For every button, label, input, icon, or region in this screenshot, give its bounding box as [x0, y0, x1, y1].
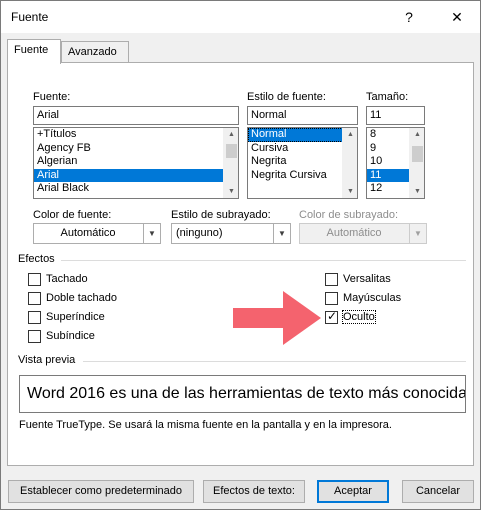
checkbox-label[interactable]: Mayúsculas — [343, 292, 401, 304]
red-arrow-icon — [233, 291, 321, 345]
tab-bar: Fuente Avanzado — [7, 39, 474, 64]
preview-text: Word 2016 es una de las herramientas de … — [27, 385, 466, 402]
checkbox-box[interactable] — [28, 330, 41, 343]
underline-color-select: Automático ▼ — [299, 223, 427, 244]
scroll-thumb[interactable] — [226, 144, 237, 158]
checkbox-box[interactable] — [28, 273, 41, 286]
font-color-select[interactable]: Automático ▼ — [33, 223, 161, 244]
list-item[interactable]: Negrita Cursiva — [248, 169, 357, 183]
oculto-checkbox[interactable]: ✓ Oculto — [325, 309, 445, 326]
checkmark-icon: ✓ — [327, 309, 338, 323]
style-list-scrollbar[interactable]: ▲ ▼ — [342, 128, 357, 198]
close-button[interactable]: ✕ — [447, 7, 467, 27]
underline-style-select[interactable]: (ninguno) ▼ — [171, 223, 291, 244]
scroll-up-icon[interactable]: ▲ — [410, 128, 424, 141]
underline-style-value: (ninguno) — [176, 227, 223, 239]
size-list[interactable]: 8 9 10 11 12 ▲ ▼ — [366, 127, 425, 199]
checkbox-box[interactable]: ✓ — [325, 309, 338, 324]
list-item[interactable]: Arial Black — [34, 182, 238, 196]
font-color-value: Automático — [60, 227, 116, 239]
set-default-button[interactable]: Establecer como predeterminado — [8, 480, 194, 503]
style-list[interactable]: Normal Cursiva Negrita Negrita Cursiva ▲… — [247, 127, 358, 199]
versalitas-checkbox[interactable]: Versalitas — [325, 272, 445, 288]
checkbox-box[interactable] — [325, 273, 338, 286]
list-item[interactable]: Cursiva — [248, 142, 357, 156]
scroll-up-icon[interactable]: ▲ — [343, 128, 357, 141]
checkbox-label[interactable]: Versalitas — [343, 273, 391, 285]
scroll-thumb[interactable] — [412, 146, 423, 162]
checkbox-label[interactable]: Oculto — [342, 310, 376, 324]
effects-heading: Efectos — [18, 253, 55, 265]
underline-style-label: Estilo de subrayado: — [171, 209, 271, 221]
style-input[interactable]: Normal — [247, 106, 358, 125]
font-input[interactable]: Arial — [33, 106, 239, 125]
list-item-selected[interactable]: Arial — [34, 168, 238, 183]
size-label: Tamaño: — [366, 91, 409, 103]
style-label: Estilo de fuente: — [247, 91, 326, 103]
title-bar: Fuente ? ✕ — [1, 1, 480, 33]
list-item[interactable]: Algerian — [34, 155, 238, 169]
scroll-up-icon[interactable]: ▲ — [224, 128, 238, 141]
chevron-down-icon[interactable]: ▼ — [273, 224, 290, 243]
font-list[interactable]: +Títulos Agency FB Algerian Arial Arial … — [33, 127, 239, 199]
font-dialog: Fuente ? ✕ Fuente Avanzado Fuente: Arial… — [0, 0, 481, 510]
size-list-scrollbar[interactable]: ▲ ▼ — [409, 128, 424, 198]
checkbox-box[interactable] — [325, 292, 338, 305]
preview-heading: Vista previa — [18, 354, 76, 366]
preview-box: Word 2016 es una de las herramientas de … — [19, 375, 466, 413]
scroll-down-icon[interactable]: ▼ — [224, 185, 238, 198]
divider — [83, 361, 466, 362]
checkbox-box[interactable] — [28, 292, 41, 305]
font-list-scrollbar[interactable]: ▲ ▼ — [223, 128, 238, 198]
tachado-checkbox[interactable]: Tachado — [28, 272, 148, 288]
preview-note: Fuente TrueType. Se usará la misma fuent… — [19, 419, 392, 431]
superindice-checkbox[interactable]: Superíndice — [28, 310, 148, 326]
checkbox-label[interactable]: Doble tachado — [46, 292, 117, 304]
mayusculas-checkbox[interactable]: Mayúsculas — [325, 291, 445, 307]
list-item[interactable]: Agency FB — [34, 142, 238, 156]
checkbox-label[interactable]: Superíndice — [46, 311, 105, 323]
divider — [61, 260, 466, 261]
accept-button[interactable]: Aceptar — [317, 480, 389, 503]
scroll-down-icon[interactable]: ▼ — [343, 185, 357, 198]
underline-color-label: Color de subrayado: — [299, 209, 399, 221]
doble-tachado-checkbox[interactable]: Doble tachado — [28, 291, 148, 307]
checkbox-label[interactable]: Subíndice — [46, 330, 95, 342]
help-button[interactable]: ? — [399, 7, 419, 27]
subindice-checkbox[interactable]: Subíndice — [28, 329, 148, 345]
checkbox-label[interactable]: Tachado — [46, 273, 88, 285]
checkbox-box[interactable] — [28, 311, 41, 324]
font-color-label: Color de fuente: — [33, 209, 112, 221]
window-title: Fuente — [11, 10, 49, 24]
list-item[interactable]: Negrita — [248, 155, 357, 169]
cancel-button[interactable]: Cancelar — [402, 480, 474, 503]
list-item[interactable]: +Títulos — [34, 128, 238, 142]
size-input[interactable]: 11 — [366, 106, 425, 125]
list-item-selected[interactable]: Normal — [248, 128, 357, 142]
font-label: Fuente: — [33, 91, 71, 103]
underline-color-value: Automático — [326, 227, 382, 239]
text-effects-button[interactable]: Efectos de texto: — [203, 480, 305, 503]
tab-avanzado[interactable]: Avanzado — [61, 41, 129, 63]
chevron-down-icon: ▼ — [409, 224, 426, 243]
scroll-down-icon[interactable]: ▼ — [410, 185, 424, 198]
chevron-down-icon[interactable]: ▼ — [143, 224, 160, 243]
tab-fuente[interactable]: Fuente — [7, 39, 61, 64]
